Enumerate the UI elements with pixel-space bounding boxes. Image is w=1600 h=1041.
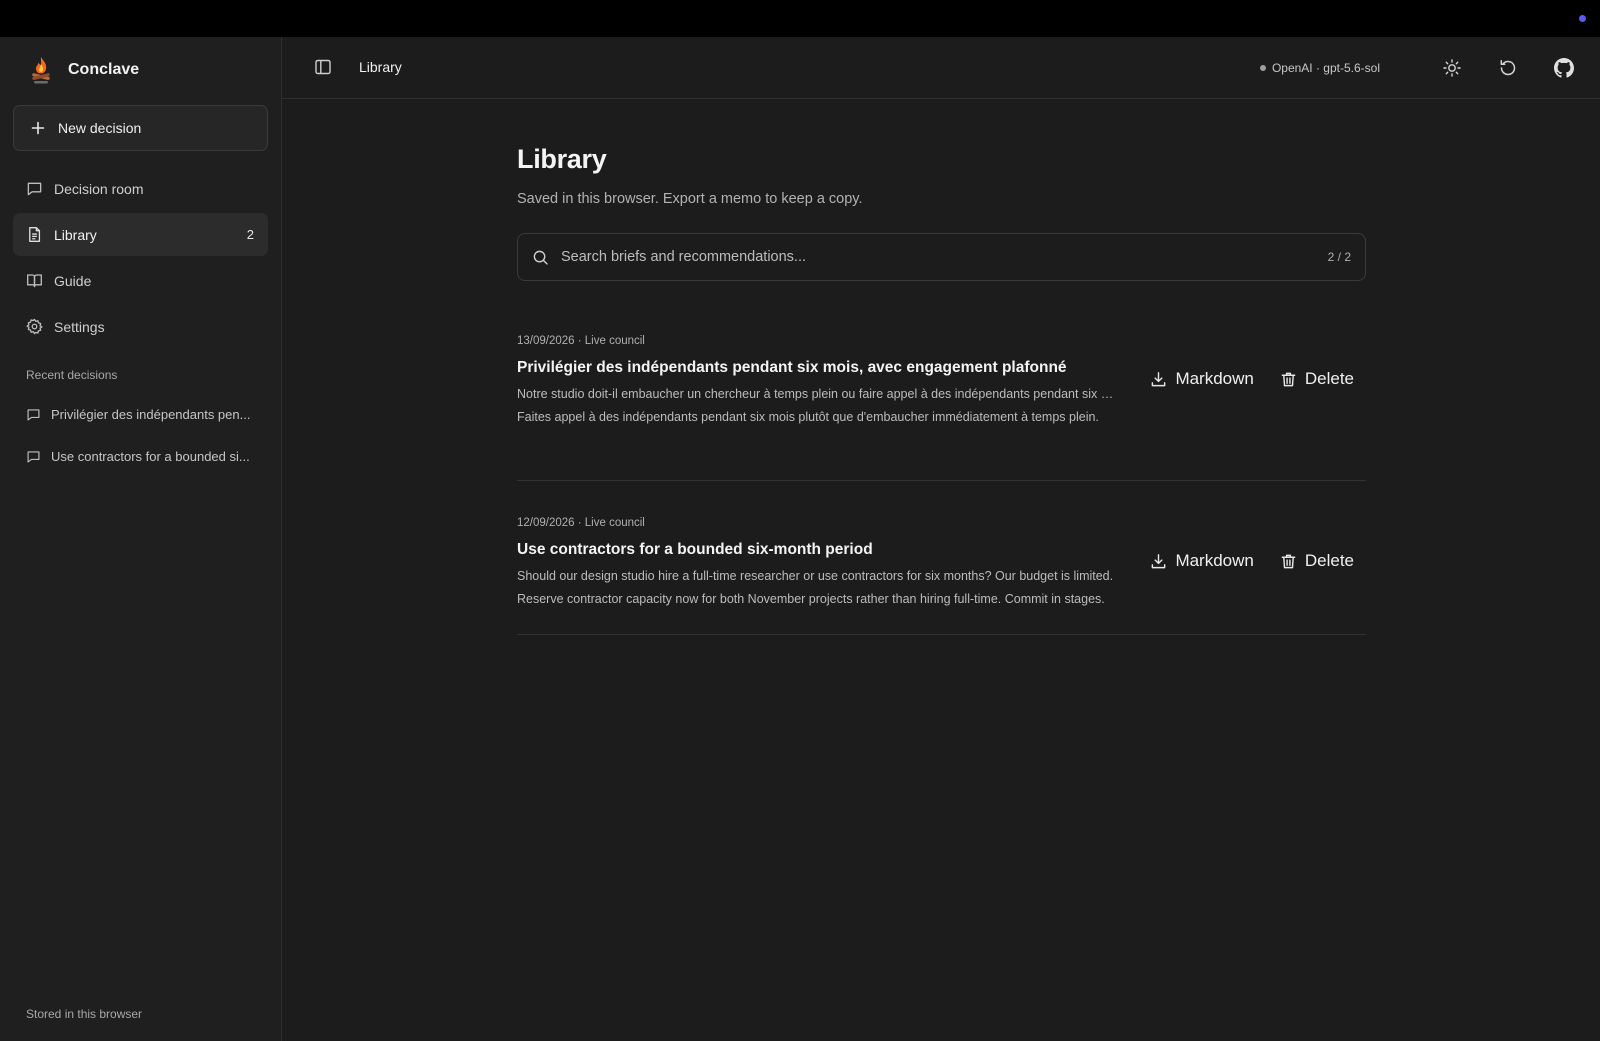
export-markdown-button[interactable]: Markdown — [1150, 551, 1254, 571]
sidebar-item-library[interactable]: Library 2 — [13, 213, 268, 256]
app-name: Conclave — [68, 61, 140, 78]
delete-label: Delete — [1304, 369, 1354, 388]
recent-decisions-heading: Recent decisions — [26, 368, 118, 382]
storage-note: Stored in this browser — [26, 1007, 143, 1021]
library-entry[interactable]: 12/09/2026 · Live council Use contractor… — [517, 481, 1366, 635]
sidebar-item-label: Settings — [54, 318, 105, 335]
notification-dot — [1579, 15, 1586, 22]
model-indicator[interactable]: OpenAI · gpt-5.6-sol — [1259, 61, 1380, 75]
entry-meta: 13/09/2026 · Live council — [517, 335, 645, 347]
entry-actions: Markdown Delete — [1150, 551, 1354, 571]
markdown-label: Markdown — [1175, 551, 1254, 570]
library-list: 13/09/2026 · Live council Privilégier de… — [517, 327, 1366, 635]
download-icon — [1152, 371, 1166, 386]
library-entry[interactable]: 13/09/2026 · Live council Privilégier de… — [517, 327, 1366, 481]
sidebar-item-label: Guide — [54, 272, 92, 289]
message-square-icon — [27, 450, 40, 462]
sidebar-item-decision-room[interactable]: Decision room — [13, 167, 268, 210]
recent-decision-item[interactable]: Use contractors for a bounded si... — [13, 438, 268, 474]
entry-brief: Notre studio doit-il embaucher un cherch… — [517, 387, 1120, 401]
entry-recommendation: Reserve contractor capacity now for both… — [517, 592, 1105, 606]
sidebar-nav: Decision room Library 2 Guide Settings — [0, 167, 281, 348]
file-text-icon — [29, 227, 41, 242]
main-panel: Library OpenAI · gpt-5.6-sol Library Sav… — [282, 37, 1600, 1041]
sidebar-toggle-icon[interactable] — [314, 58, 332, 76]
search-result-count: 2 / 2 — [1327, 250, 1351, 264]
recent-decision-item[interactable]: Privilégier des indépendants pen... — [13, 396, 268, 432]
github-icon[interactable] — [1554, 58, 1574, 78]
sidebar-item-label: Decision room — [54, 180, 144, 197]
recent-decision-label: Use contractors for a bounded si... — [51, 448, 250, 464]
trash-icon — [1281, 372, 1296, 386]
search-icon — [533, 250, 548, 265]
new-decision-button[interactable]: New decision — [13, 105, 268, 151]
page-title: Library — [517, 144, 607, 174]
message-square-icon — [27, 182, 42, 196]
sidebar-item-settings[interactable]: Settings — [13, 305, 268, 348]
gear-icon — [26, 318, 43, 335]
header-actions: OpenAI · gpt-5.6-sol — [1259, 37, 1574, 99]
library-count-badge: 2 — [246, 227, 254, 242]
message-square-icon — [27, 408, 40, 420]
entry-brief: Should our design studio hire a full-tim… — [517, 569, 1114, 583]
plus-icon — [31, 121, 45, 135]
delete-button[interactable]: Delete — [1280, 551, 1354, 571]
recent-decision-label: Privilégier des indépendants pen... — [51, 406, 251, 422]
sidebar-item-label: Library — [54, 226, 97, 243]
search-box[interactable]: 2 / 2 — [517, 233, 1366, 281]
brand[interactable]: Conclave — [0, 37, 281, 101]
markdown-label: Markdown — [1175, 369, 1254, 388]
delete-label: Delete — [1304, 551, 1354, 570]
app-window: Conclave New decision Decision room Libr… — [0, 37, 1600, 1041]
entry-recommendation: Faites appel à des indépendants pendant … — [517, 410, 1099, 424]
page-subtitle: Saved in this browser. Export a memo to … — [517, 191, 863, 207]
header-title: Library — [359, 59, 402, 75]
browser-top-bar — [0, 0, 1600, 37]
reset-icon[interactable] — [1498, 58, 1518, 78]
trash-icon — [1281, 554, 1296, 568]
model-label: OpenAI · gpt-5.6-sol — [1271, 61, 1380, 75]
download-icon — [1152, 553, 1166, 568]
book-open-icon — [27, 274, 42, 288]
entry-meta: 12/09/2026 · Live council — [517, 517, 645, 529]
model-status-dot — [1259, 65, 1266, 71]
sidebar-item-guide[interactable]: Guide — [13, 259, 268, 302]
search-input[interactable] — [561, 249, 1328, 265]
new-decision-label: New decision — [58, 120, 142, 136]
export-markdown-button[interactable]: Markdown — [1150, 369, 1254, 389]
entry-actions: Markdown Delete — [1150, 369, 1354, 389]
sun-icon[interactable] — [1442, 58, 1462, 78]
sidebar: Conclave New decision Decision room Libr… — [0, 37, 282, 1041]
library-content: Library Saved in this browser. Export a … — [517, 144, 1366, 635]
delete-button[interactable]: Delete — [1280, 369, 1354, 389]
campfire-logo-icon — [32, 57, 50, 84]
top-header: Library OpenAI · gpt-5.6-sol — [282, 37, 1600, 99]
